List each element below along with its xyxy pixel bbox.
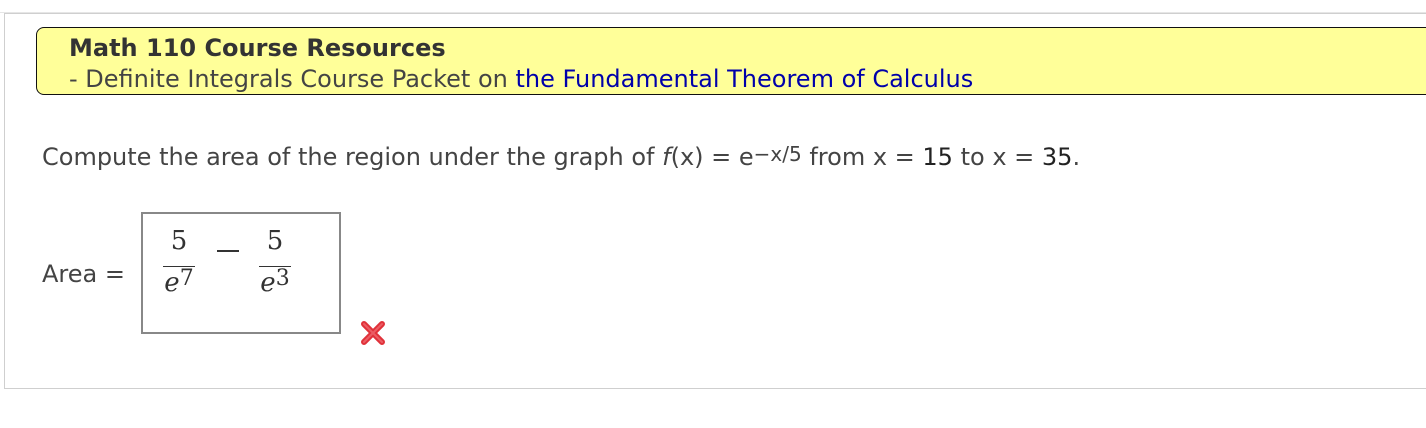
function-name: f <box>662 143 671 171</box>
function-exponent: −x/5 <box>753 142 802 166</box>
numerator-1: 5 <box>170 226 188 256</box>
lower-bound: 15 <box>922 143 953 171</box>
minus-operator <box>217 250 239 252</box>
question-lead: Compute the area of the region under the… <box>42 143 663 171</box>
question-period: . <box>1072 143 1081 171</box>
denominator-base-2: e <box>260 268 276 298</box>
to-word: to <box>952 143 993 171</box>
upper-bound: 35 <box>1041 143 1073 171</box>
denominator-1: e7 <box>161 266 197 298</box>
question-text: Compute the area of the region under the… <box>42 142 1081 171</box>
ftc-course-packet-link[interactable]: the Fundamental Theorem of Calculus <box>516 65 974 93</box>
banner-subtitle-prefix: - Definite Integrals Course Packet on <box>69 65 516 93</box>
answer-input[interactable]: 5 e7 5 e3 <box>141 212 341 334</box>
lower-equals: = <box>887 143 923 171</box>
banner-title: Math 110 Course Resources <box>69 34 446 62</box>
numerator-2: 5 <box>266 226 284 256</box>
denominator-exp-2: 3 <box>275 266 290 291</box>
denominator-base-1: e <box>164 268 180 298</box>
area-label: Area = <box>42 260 125 288</box>
course-resources-banner: Math 110 Course Resources - Definite Int… <box>36 27 1426 95</box>
lower-var: x <box>872 143 888 171</box>
upper-equals: = <box>1006 143 1042 171</box>
function-arg: (x) <box>670 143 704 171</box>
banner-subtitle: - Definite Integrals Course Packet on th… <box>69 65 973 93</box>
denominator-exp-1: 7 <box>179 266 194 291</box>
from-word: from <box>801 143 873 171</box>
upper-var: x <box>992 143 1007 171</box>
denominator-2: e3 <box>257 266 293 298</box>
function-equals: = e <box>703 143 754 171</box>
incorrect-x-icon <box>361 321 385 345</box>
